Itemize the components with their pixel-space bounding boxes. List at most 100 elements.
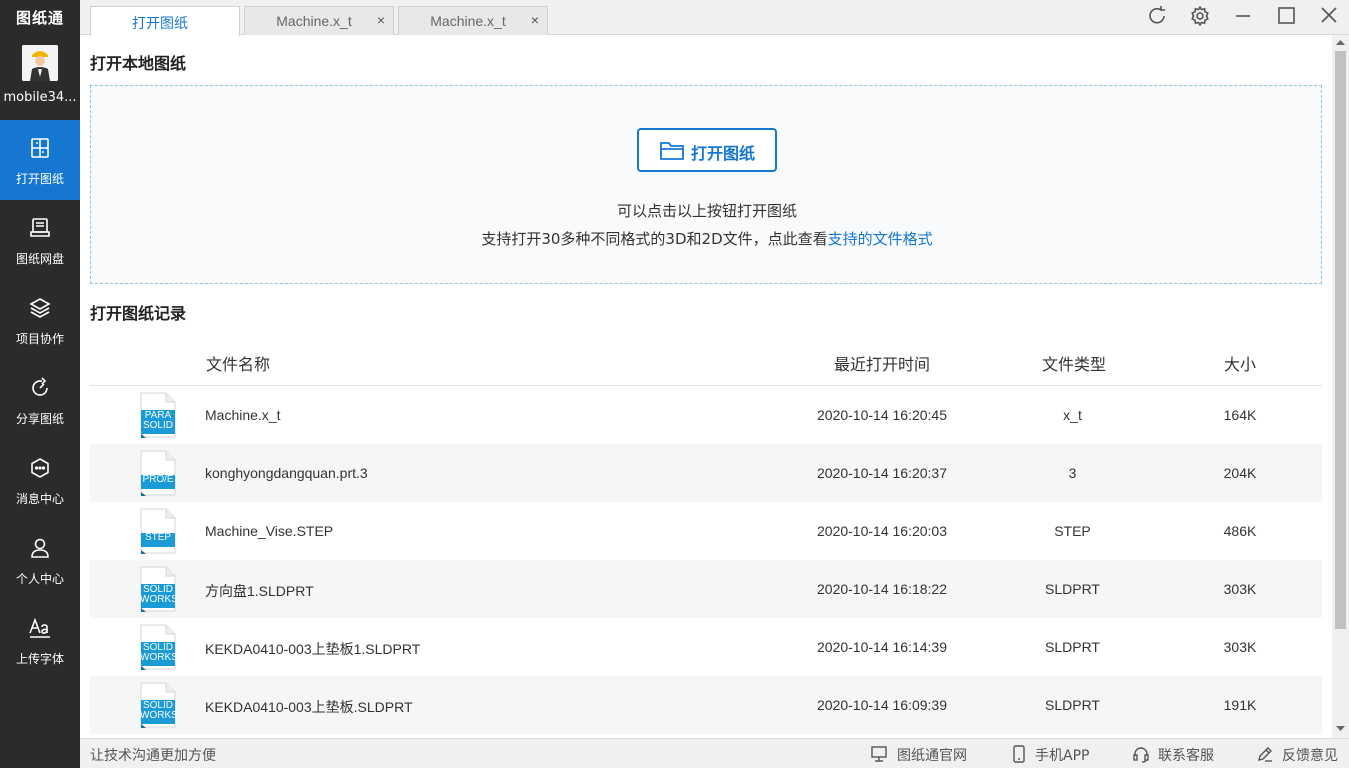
file-type: SLDPRT	[1045, 639, 1100, 655]
open-drawing-button[interactable]: 打开图纸	[637, 128, 777, 172]
file-type: SLDPRT	[1045, 581, 1100, 597]
footer-slogan: 让技术沟通更加方便	[90, 748, 216, 764]
file-type: STEP	[1054, 523, 1091, 539]
tab-machine-1[interactable]: Machine.x_t ×	[244, 6, 394, 35]
avatar[interactable]	[22, 45, 58, 81]
tab-open-drawing[interactable]: 打开图纸	[90, 6, 240, 36]
col-header-name[interactable]: 文件名称	[206, 351, 270, 375]
file-name[interactable]: Machine_Vise.STEP	[205, 523, 333, 539]
format-hint-text: 支持打开30多种不同格式的3D和2D文件，点此查看	[481, 230, 828, 248]
message-icon	[31, 458, 49, 478]
close-icon[interactable]: ×	[531, 12, 539, 28]
format-hint: 支持打开30多种不同格式的3D和2D文件，点此查看支持的文件格式	[91, 228, 1323, 249]
username[interactable]: mobile34...	[0, 90, 80, 105]
open-time: 2020-10-14 16:20:45	[817, 407, 947, 423]
file-type: SLDPRT	[1045, 697, 1100, 713]
file-type-icon	[140, 450, 176, 496]
file-size: 486K	[1223, 523, 1257, 539]
open-time: 2020-10-14 16:20:03	[817, 523, 947, 539]
tab-machine-2[interactable]: Machine.x_t ×	[398, 6, 548, 35]
sidebar-item-upload-font[interactable]: 上传字体	[0, 600, 80, 680]
col-header-size[interactable]: 大小	[1224, 351, 1256, 375]
table-header: 文件名称 最近打开时间 文件类型 大小	[90, 335, 1322, 386]
file-type-icon	[140, 508, 176, 554]
drop-zone[interactable]: 打开图纸 可以点击以上按钮打开图纸 支持打开30多种不同格式的3D和2D文件，点…	[90, 85, 1322, 284]
file-type-icon-label: SOLID	[142, 420, 173, 431]
sidebar-item-label: 个人中心	[15, 572, 64, 586]
table-row[interactable]: SOLID WORKS 方向盘1.SLDPRT 2020-10-14 16:18:22…	[90, 560, 1322, 618]
monitor-icon	[871, 746, 887, 762]
file-type: 3	[1068, 465, 1077, 481]
tab-label: 打开图纸	[132, 15, 188, 31]
sidebar-item-label: 消息中心	[15, 492, 64, 506]
table-row[interactable]: SOLID WORKS KEKDA0410-003上垫板.SLDPRT 2020-10…	[90, 676, 1322, 734]
table-row[interactable]: PARA SOLID Machine.x_t 2020-10-14 16:20:45 x…	[90, 386, 1322, 444]
headset-icon	[1133, 747, 1149, 763]
file-size: 191K	[1223, 697, 1257, 713]
file-type-icon-label: WORKS	[140, 652, 178, 663]
open-time: 2020-10-14 16:14:39	[817, 639, 947, 655]
folder-icon	[660, 142, 684, 160]
sidebar-item-project[interactable]: 项目协作	[0, 280, 80, 360]
file-size: 204K	[1223, 465, 1257, 481]
close-icon[interactable]: ×	[377, 12, 385, 28]
file-size: 303K	[1223, 581, 1257, 597]
tab-label: Machine.x_t	[430, 13, 506, 29]
share-icon	[32, 377, 48, 396]
table-row[interactable]: SOLID WORKS KEKDA0410-003上垫板1.SLDPRT 2020-1…	[90, 618, 1322, 676]
open-drawing-icon	[31, 138, 49, 158]
col-header-time[interactable]: 最近打开时间	[834, 351, 930, 375]
file-type-icon-label: STEP	[144, 532, 172, 543]
sidebar: 图纸通 mobile34... 打开图纸 图纸网盘 项目协作 分享图纸 消息中心…	[0, 0, 80, 768]
sidebar-item-cloud-disk[interactable]: 图纸网盘	[0, 200, 80, 280]
scroll-up-icon[interactable]	[1336, 39, 1345, 46]
tab-label: Machine.x_t	[276, 13, 352, 29]
feedback-link[interactable]: 反馈意见	[1282, 745, 1338, 765]
file-name[interactable]: KEKDA0410-003上垫板.SLDPRT	[205, 697, 413, 717]
table-row[interactable]: STEP Machine_Vise.STEP 2020-10-14 16:20:03…	[90, 502, 1322, 560]
file-name[interactable]: konghyongdangquan.prt.3	[205, 465, 368, 481]
layers-icon	[29, 298, 51, 318]
app-logo: 图纸通	[15, 8, 64, 27]
file-type-icon-label: PRO/E	[142, 474, 174, 485]
open-time: 2020-10-14 16:20:37	[817, 465, 947, 481]
pencil-icon	[1258, 747, 1272, 762]
file-size: 303K	[1223, 639, 1257, 655]
footer: 让技术沟通更加方便 图纸通官网 手机APP 联系客服 反馈意见	[80, 738, 1349, 768]
open-drawing-button-label: 打开图纸	[691, 144, 756, 163]
scroll-down-icon[interactable]	[1336, 725, 1345, 732]
file-name[interactable]: 方向盘1.SLDPRT	[205, 581, 314, 601]
minimize-icon[interactable]	[1231, 4, 1255, 28]
file-name[interactable]: Machine.x_t	[205, 407, 280, 423]
file-type-icon-label: WORKS	[140, 710, 178, 721]
sidebar-item-label: 打开图纸	[15, 172, 64, 186]
supported-formats-link[interactable]: 支持的文件格式	[828, 230, 933, 248]
open-time: 2020-10-14 16:18:22	[817, 581, 947, 597]
open-time: 2020-10-14 16:09:39	[817, 697, 947, 713]
sidebar-item-profile[interactable]: 个人中心	[0, 520, 80, 600]
gear-icon[interactable]	[1188, 4, 1212, 28]
table-row[interactable]: PRO/E konghyongdangquan.prt.3 2020-10-14 1…	[90, 444, 1322, 502]
refresh-icon[interactable]	[1145, 4, 1169, 28]
file-size: 164K	[1223, 407, 1257, 423]
window-close-icon[interactable]	[1317, 4, 1341, 28]
sidebar-item-label: 上传字体	[15, 652, 64, 666]
font-icon	[29, 617, 50, 638]
tab-bar: 打开图纸 Machine.x_t × Machine.x_t ×	[80, 0, 1349, 36]
sidebar-item-open-drawing[interactable]: 打开图纸	[0, 120, 80, 200]
col-header-type[interactable]: 文件类型	[1042, 351, 1106, 375]
sidebar-item-share[interactable]: 分享图纸	[0, 360, 80, 440]
sidebar-item-label: 项目协作	[15, 332, 64, 346]
maximize-icon[interactable]	[1274, 4, 1298, 28]
cloud-disk-icon	[30, 218, 50, 237]
phone-icon	[1013, 745, 1025, 763]
vertical-scrollbar[interactable]	[1332, 35, 1349, 738]
official-site-link[interactable]: 图纸通官网	[897, 745, 967, 765]
open-local-title: 打开本地图纸	[90, 54, 187, 73]
file-name[interactable]: KEKDA0410-003上垫板1.SLDPRT	[205, 639, 420, 659]
sidebar-item-messages[interactable]: 消息中心	[0, 440, 80, 520]
contact-support-link[interactable]: 联系客服	[1158, 745, 1214, 765]
scroll-thumb[interactable]	[1335, 51, 1346, 629]
mobile-app-link[interactable]: 手机APP	[1035, 745, 1089, 765]
sidebar-item-label: 图纸网盘	[15, 252, 64, 266]
